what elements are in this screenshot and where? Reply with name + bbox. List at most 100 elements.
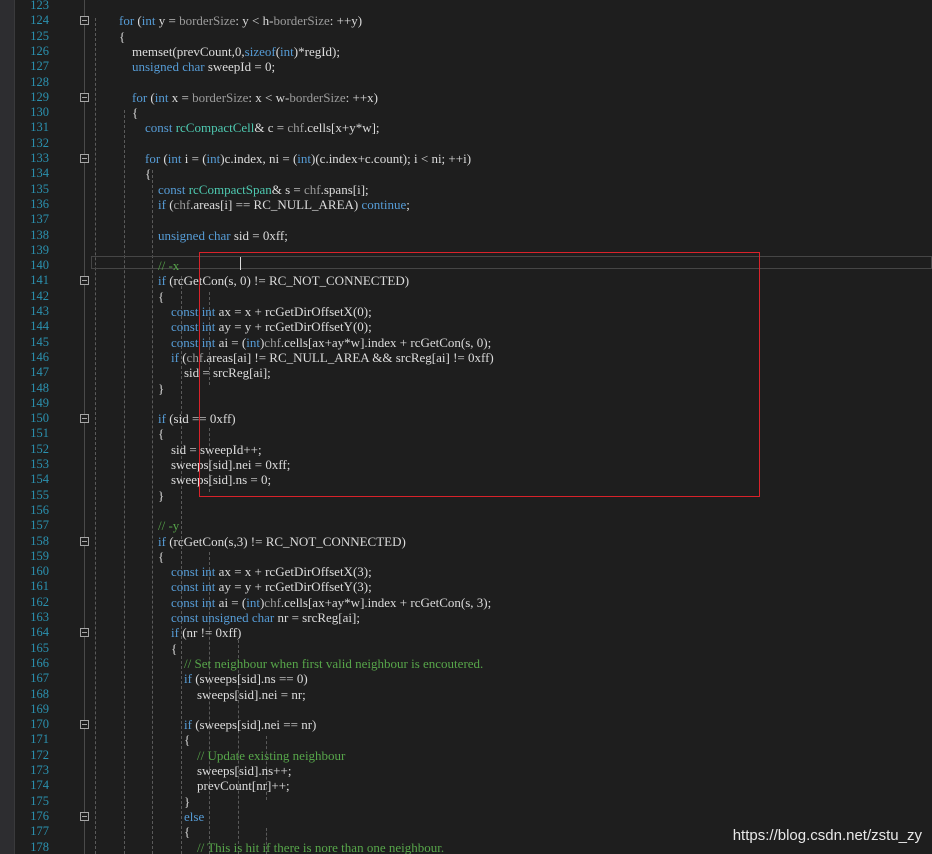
code-text[interactable]: } xyxy=(119,794,190,809)
code-text[interactable]: if (rcGetCon(s,3) != RC_NOT_CONNECTED) xyxy=(119,534,406,549)
code-line[interactable]: 164 if (nr != 0xff) xyxy=(0,625,932,640)
fold-toggle-icon[interactable] xyxy=(80,414,89,424)
fold-toggle-icon[interactable] xyxy=(80,720,89,730)
code-text[interactable]: sweeps[sid].nei = nr; xyxy=(119,687,306,702)
code-line[interactable]: 157 // -y xyxy=(0,518,932,533)
code-text[interactable]: for (int i = (int)c.index, ni = (int)(c.… xyxy=(119,151,471,166)
code-line[interactable]: 158 if (rcGetCon(s,3) != RC_NOT_CONNECTE… xyxy=(0,534,932,549)
code-text[interactable]: { xyxy=(119,641,177,656)
code-token: // This is hit if there is nore than one… xyxy=(197,839,445,854)
code-text[interactable]: { xyxy=(119,732,190,747)
fold-toggle-icon[interactable] xyxy=(80,811,89,821)
code-token: nr = srcReg[ai]; xyxy=(274,610,360,625)
code-text[interactable]: unsigned char sid = 0xff; xyxy=(119,228,288,243)
code-line[interactable]: 174 prevCount[nr]++; xyxy=(0,778,932,793)
code-editor[interactable]: 123 124 for (int y = borderSize: y < h-bor… xyxy=(0,0,932,854)
line-number: 168 xyxy=(30,686,49,701)
code-text[interactable]: for (int x = borderSize: x < w-borderSiz… xyxy=(119,90,378,105)
code-text[interactable]: // This is hit if there is nore than one… xyxy=(119,840,444,854)
fold-toggle-icon[interactable] xyxy=(80,16,89,26)
code-line[interactable]: 128 xyxy=(0,75,932,90)
code-text[interactable]: { xyxy=(119,29,125,44)
code-line[interactable]: 172 // Update existing neighbour xyxy=(0,748,932,763)
code-token: (nr != 0xff) xyxy=(178,625,242,641)
code-line[interactable]: 131 const rcCompactCell& c = chf.cells[x… xyxy=(0,120,932,135)
code-text[interactable]: const int ai = (int)chf.cells[ax+ay*w].i… xyxy=(119,595,491,610)
code-line[interactable]: 129 for (int x = borderSize: x < w-borde… xyxy=(0,90,932,105)
code-line[interactable]: 171 { xyxy=(0,732,932,747)
fold-toggle-icon[interactable] xyxy=(80,154,89,163)
code-text[interactable]: const int ax = x + rcGetDirOffsetX(3); xyxy=(119,564,372,579)
code-line[interactable]: 123 xyxy=(0,0,932,13)
code-text[interactable]: { xyxy=(119,549,164,564)
code-line[interactable]: 156 xyxy=(0,503,932,518)
code-line[interactable]: 138 unsigned char sid = 0xff; xyxy=(0,228,932,243)
code-token: // -x xyxy=(158,258,180,274)
code-line[interactable]: 176 else xyxy=(0,809,932,824)
fold-toggle-icon[interactable] xyxy=(80,92,89,102)
code-line[interactable]: 133 for (int i = (int)c.index, ni = (int… xyxy=(0,151,932,166)
code-token: ( xyxy=(134,13,142,29)
code-line[interactable]: 166 // Set neighbour when first valid ne… xyxy=(0,656,932,671)
code-line[interactable]: 163 const unsigned char nr = srcReg[ai]; xyxy=(0,610,932,625)
code-text[interactable]: const unsigned char nr = srcReg[ai]; xyxy=(119,610,360,625)
code-line[interactable]: 160 const int ax = x + rcGetDirOffsetX(3… xyxy=(0,564,932,579)
code-text[interactable]: } xyxy=(119,488,164,503)
code-text[interactable]: if (nr != 0xff) xyxy=(119,625,241,640)
code-line[interactable]: 130 { xyxy=(0,105,932,120)
code-text[interactable]: const int ay = y + rcGetDirOffsetY(3); xyxy=(119,579,372,594)
code-line[interactable]: 134 { xyxy=(0,166,932,181)
code-line[interactable]: 124 for (int y = borderSize: y < h-border… xyxy=(0,13,932,28)
code-line[interactable]: 159 { xyxy=(0,549,932,564)
code-line[interactable]: 168 sweeps[sid].nei = nr; xyxy=(0,687,932,702)
code-token: chf xyxy=(304,181,321,197)
code-text[interactable]: { xyxy=(119,426,164,441)
fold-toggle-icon[interactable] xyxy=(80,536,89,546)
code-text[interactable]: { xyxy=(119,105,138,120)
code-line[interactable]: 132 xyxy=(0,136,932,151)
code-text[interactable]: for (int y = borderSize: y < h-borderSiz… xyxy=(119,13,362,28)
code-text[interactable]: { xyxy=(119,289,164,304)
code-line[interactable]: 162 const int ai = (int)chf.cells[ax+ay*… xyxy=(0,595,932,610)
line-number: 123 xyxy=(30,0,49,12)
code-text[interactable]: if (sweeps[sid].nei == nr) xyxy=(119,717,316,732)
fold-toggle-icon[interactable] xyxy=(80,628,89,638)
code-text[interactable]: { xyxy=(119,166,151,181)
code-line[interactable]: 165 { xyxy=(0,641,932,656)
code-line[interactable]: 161 const int ay = y + rcGetDirOffsetY(3… xyxy=(0,579,932,594)
code-line[interactable]: 127 unsigned char sweepId = 0; xyxy=(0,59,932,74)
code-line[interactable]: 175 } xyxy=(0,794,932,809)
code-text[interactable]: const rcCompactCell& c = chf.cells[x+y*w… xyxy=(119,120,380,135)
code-text[interactable]: sweeps[sid].ns++; xyxy=(119,763,291,778)
code-text[interactable]: // Set neighbour when first valid neighb… xyxy=(119,656,483,671)
code-text[interactable]: prevCount[nr]++; xyxy=(119,778,290,793)
code-line[interactable]: 169 xyxy=(0,702,932,717)
code-text[interactable]: if (sweeps[sid].ns == 0) xyxy=(119,671,308,686)
code-text[interactable]: unsigned char sweepId = 0; xyxy=(119,59,275,74)
code-text[interactable]: // -x xyxy=(119,258,179,273)
code-text[interactable]: { xyxy=(119,824,190,839)
code-text[interactable]: } xyxy=(119,381,164,396)
code-line[interactable]: 173 sweeps[sid].ns++; xyxy=(0,763,932,778)
code-text[interactable]: if (chf.areas[i] == RC_NULL_AREA) contin… xyxy=(119,197,410,212)
code-line[interactable]: 170 if (sweeps[sid].nei == nr) xyxy=(0,717,932,732)
code-line[interactable]: 137 xyxy=(0,212,932,227)
code-token: int xyxy=(246,594,260,610)
code-line[interactable]: 135 const rcCompactSpan& s = chf.spans[i… xyxy=(0,182,932,197)
code-line[interactable]: 167 if (sweeps[sid].ns == 0) xyxy=(0,671,932,686)
line-number: 145 xyxy=(30,334,49,349)
code-line[interactable]: 126 memset(prevCount,0,sizeof(int)*regId… xyxy=(0,44,932,59)
code-token: chf xyxy=(173,196,191,212)
code-text[interactable]: // -y xyxy=(119,518,179,533)
line-number: 160 xyxy=(30,564,49,579)
code-token: ai = ( xyxy=(215,594,247,610)
code-text[interactable]: memset(prevCount,0,sizeof(int)*regId); xyxy=(119,44,340,59)
code-line[interactable]: 125 { xyxy=(0,29,932,44)
code-text[interactable]: const rcCompactSpan& s = chf.spans[i]; xyxy=(119,182,369,197)
fold-toggle-icon[interactable] xyxy=(80,276,89,286)
code-line[interactable]: 136 if (chf.areas[i] == RC_NULL_AREA) co… xyxy=(0,197,932,212)
code-text[interactable]: // Update existing neighbour xyxy=(119,748,345,763)
code-text[interactable]: else xyxy=(119,809,204,824)
